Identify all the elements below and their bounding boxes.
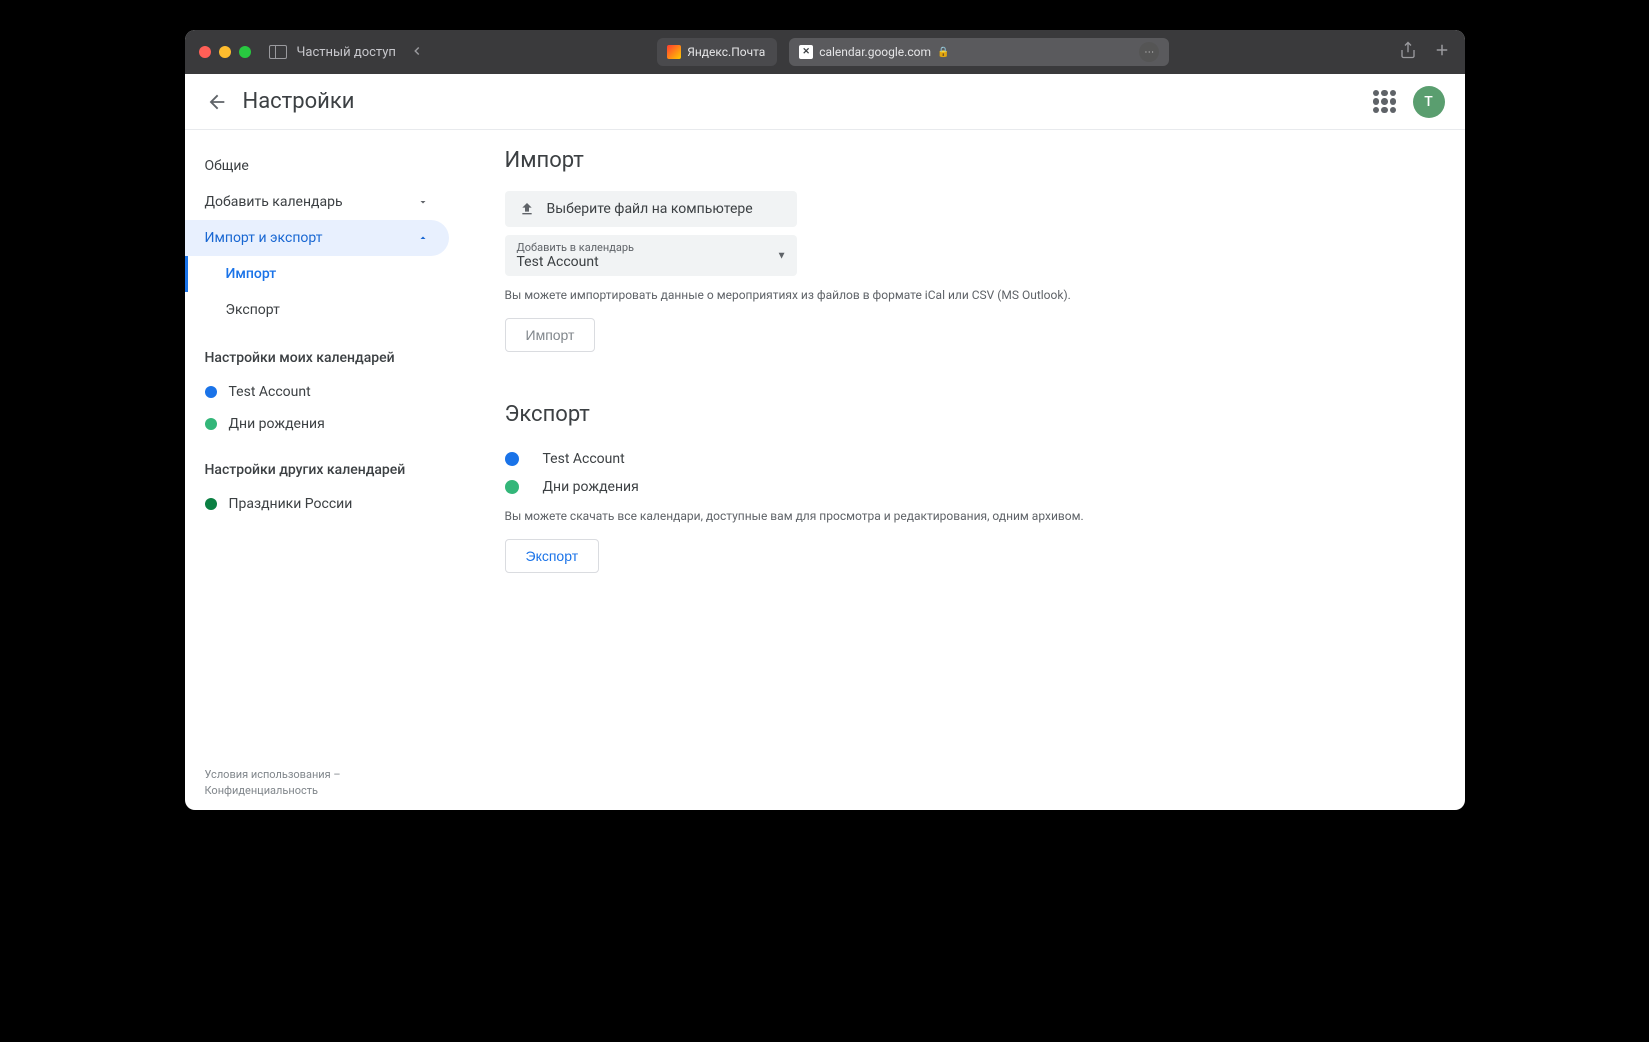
other-calendars-header: Настройки других календарей (185, 440, 465, 488)
file-picker-label: Выберите файл на компьютере (547, 201, 753, 217)
import-button[interactable]: Импорт (505, 318, 596, 352)
select-label: Добавить в календарь (517, 241, 785, 254)
settings-sidebar: Общие Добавить календарь Импорт и экспор… (185, 130, 465, 810)
calendar-color-dot (505, 480, 519, 494)
page-title: Настройки (243, 89, 355, 114)
calendar-label: Дни рождения (543, 479, 639, 495)
dropdown-caret-icon: ▼ (777, 250, 787, 261)
export-button[interactable]: Экспорт (505, 539, 600, 573)
my-calendars-header: Настройки моих календарей (185, 328, 465, 376)
export-title: Экспорт (505, 402, 1425, 427)
other-calendar-russian-holidays[interactable]: Праздники России (185, 488, 465, 520)
tab-yandex-mail[interactable]: Яндекс.Почта (657, 38, 777, 66)
avatar[interactable]: T (1413, 86, 1445, 118)
calendar-color-dot (205, 386, 217, 398)
share-icon[interactable] (1399, 41, 1417, 63)
private-mode-label: Частный доступ (297, 45, 396, 60)
export-section: Экспорт Test Account Дни рождения Вы мож… (505, 402, 1425, 573)
app-header: Настройки T (185, 74, 1465, 130)
tab-url: calendar.google.com (819, 45, 931, 59)
tab-google-calendar[interactable]: ✕ calendar.google.com 🔒 ⋯ (789, 38, 1169, 66)
nav-add-calendar[interactable]: Добавить календарь (185, 184, 449, 220)
export-calendar-test-account: Test Account (505, 445, 1425, 473)
browser-tabs: Яндекс.Почта ✕ calendar.google.com 🔒 ⋯ (438, 38, 1389, 66)
nav-import-export[interactable]: Импорт и экспорт (185, 220, 449, 256)
calendar-label: Дни рождения (229, 416, 325, 432)
select-value: Test Account (517, 254, 785, 270)
nav-export[interactable]: Экспорт (185, 292, 465, 328)
maximize-window-button[interactable] (239, 46, 251, 58)
import-help-text: Вы можете импортировать данные о меропри… (505, 286, 1425, 304)
chevron-down-icon (417, 196, 429, 208)
browser-window: Частный доступ Яндекс.Почта ✕ calendar.g… (185, 30, 1465, 810)
calendar-color-dot (205, 418, 217, 430)
nav-general[interactable]: Общие (185, 148, 449, 184)
import-section: Импорт Выберите файл на компьютере Добав… (505, 148, 1425, 352)
my-calendar-birthdays[interactable]: Дни рождения (185, 408, 465, 440)
privacy-link[interactable]: Конфиденциальность (205, 784, 319, 797)
file-picker-button[interactable]: Выберите файл на компьютере (505, 191, 797, 227)
calendar-favicon: ✕ (799, 45, 813, 59)
browser-actions (1399, 41, 1451, 63)
content: Общие Добавить календарь Импорт и экспор… (185, 130, 1465, 810)
calendar-label: Праздники России (229, 496, 353, 512)
export-calendar-birthdays: Дни рождения (505, 473, 1425, 501)
nav-import[interactable]: Импорт (185, 256, 465, 292)
terms-link[interactable]: Условия использования (205, 768, 331, 781)
my-calendar-test-account[interactable]: Test Account (185, 376, 465, 408)
calendar-color-dot (505, 452, 519, 466)
back-arrow-button[interactable] (205, 90, 229, 114)
footer-links: Условия использования – Конфиденциальнос… (205, 767, 341, 798)
browser-chrome: Частный доступ Яндекс.Почта ✕ calendar.g… (185, 30, 1465, 74)
calendar-color-dot (205, 498, 217, 510)
add-to-calendar-select[interactable]: Добавить в календарь Test Account ▼ (505, 235, 797, 276)
upload-icon (519, 201, 535, 217)
tab-more-icon[interactable]: ⋯ (1139, 42, 1159, 62)
lock-icon: 🔒 (937, 47, 949, 58)
calendar-label: Test Account (229, 384, 311, 400)
minimize-window-button[interactable] (219, 46, 231, 58)
chevron-up-icon (417, 232, 429, 244)
import-title: Импорт (505, 148, 1425, 173)
new-tab-icon[interactable] (1433, 41, 1451, 63)
yandex-favicon (667, 45, 681, 59)
browser-back-button[interactable] (406, 43, 428, 62)
close-window-button[interactable] (199, 46, 211, 58)
footer-dash: – (331, 768, 341, 781)
calendar-label: Test Account (543, 451, 625, 467)
google-apps-button[interactable] (1373, 90, 1397, 114)
nav-label: Экспорт (226, 302, 280, 318)
sidebar-toggle-icon[interactable] (269, 45, 287, 59)
nav-label: Импорт и экспорт (205, 230, 323, 246)
export-help-text: Вы можете скачать все календари, доступн… (505, 507, 1425, 525)
nav-label: Добавить календарь (205, 194, 343, 210)
nav-label: Импорт (226, 266, 277, 282)
nav-label: Общие (205, 158, 249, 174)
main-panel: Импорт Выберите файл на компьютере Добав… (465, 130, 1465, 810)
tab-label: Яндекс.Почта (687, 45, 765, 59)
traffic-lights (199, 46, 251, 58)
